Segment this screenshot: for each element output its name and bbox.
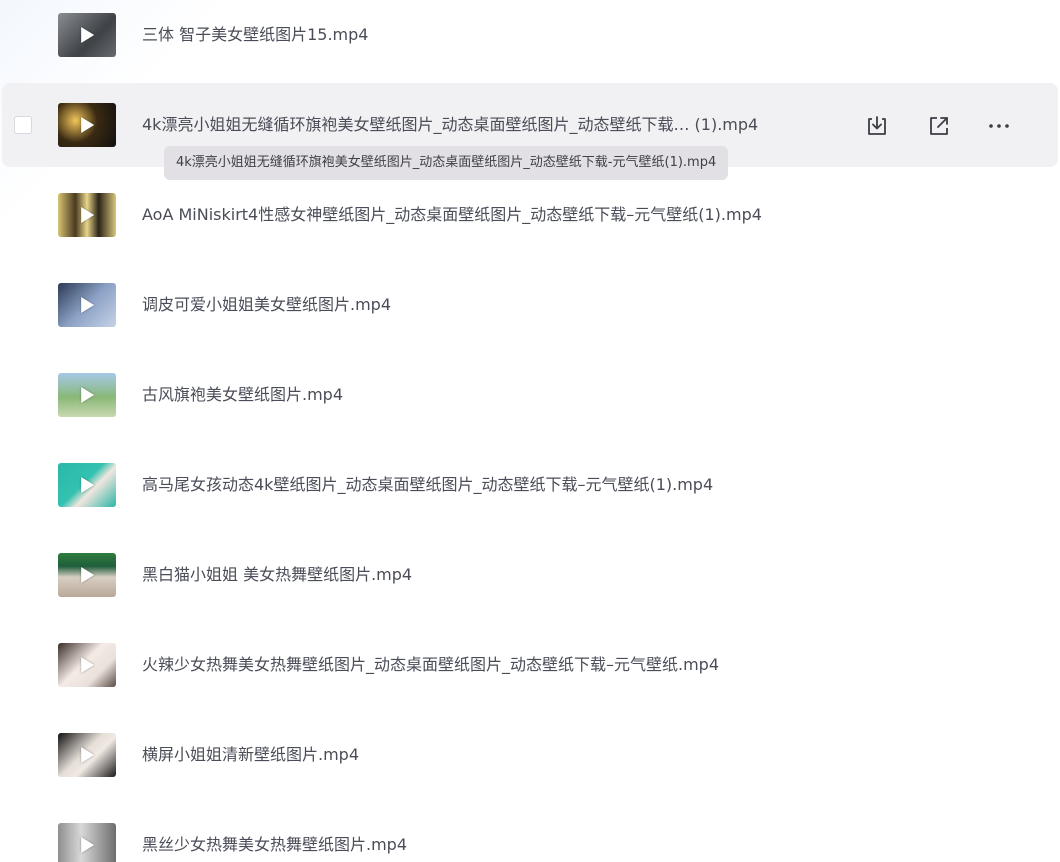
play-icon (81, 567, 95, 583)
file-row[interactable]: 高马尾女孩动态4k壁纸图片_动态桌面壁纸图片_动态壁纸下载–元气壁纸(1).mp… (2, 443, 1058, 527)
file-row[interactable]: 三体 智子美女壁纸图片15.mp4 (2, 0, 1058, 77)
play-icon (81, 387, 95, 403)
file-row[interactable]: 黑白猫小姐姐 美女热舞壁纸图片.mp4 (2, 533, 1058, 617)
file-name[interactable]: 三体 智子美女壁纸图片15.mp4 (142, 23, 368, 47)
video-thumbnail[interactable] (58, 283, 116, 327)
file-name[interactable]: 高马尾女孩动态4k壁纸图片_动态桌面壁纸图片_动态壁纸下载–元气壁纸(1).mp… (142, 473, 713, 497)
file-row[interactable]: 火辣少女热舞美女热舞壁纸图片_动态桌面壁纸图片_动态壁纸下载–元气壁纸.mp4 (2, 623, 1058, 707)
video-thumbnail[interactable] (58, 103, 116, 147)
file-row[interactable]: 黑丝少女热舞美女热舞壁纸图片.mp4 (2, 803, 1058, 862)
video-thumbnail[interactable] (58, 373, 116, 417)
file-name[interactable]: 黑白猫小姐姐 美女热舞壁纸图片.mp4 (142, 563, 412, 587)
file-list: 三体 智子美女壁纸图片15.mp4 4k漂亮小姐姐无缝循环旗袍美女壁纸图片_动态… (0, 0, 1060, 862)
file-name[interactable]: 横屏小姐姐清新壁纸图片.mp4 (142, 743, 359, 767)
file-name[interactable]: AoA MiNiskirt4性感女神壁纸图片_动态桌面壁纸图片_动态壁纸下载–元… (142, 203, 762, 227)
file-row[interactable]: 横屏小姐姐清新壁纸图片.mp4 (2, 713, 1058, 797)
play-icon (81, 27, 95, 43)
file-name[interactable]: 黑丝少女热舞美女热舞壁纸图片.mp4 (142, 833, 407, 857)
video-thumbnail[interactable] (58, 463, 116, 507)
video-thumbnail[interactable] (58, 823, 116, 862)
file-name[interactable]: 火辣少女热舞美女热舞壁纸图片_动态桌面壁纸图片_动态壁纸下载–元气壁纸.mp4 (142, 653, 719, 677)
file-row[interactable]: 古风旗袍美女壁纸图片.mp4 (2, 353, 1058, 437)
file-row[interactable]: AoA MiNiskirt4性感女神壁纸图片_动态桌面壁纸图片_动态壁纸下载–元… (2, 173, 1058, 257)
play-icon (81, 297, 95, 313)
play-icon (81, 837, 95, 853)
video-thumbnail[interactable] (58, 733, 116, 777)
play-icon (81, 477, 95, 493)
play-icon (81, 117, 95, 133)
filename-tooltip: 4k漂亮小姐姐无缝循环旗袍美女壁纸图片_动态桌面壁纸图片_动态壁纸下载-元气壁纸… (164, 146, 729, 180)
video-thumbnail[interactable] (58, 553, 116, 597)
play-icon (81, 747, 95, 763)
select-checkbox[interactable] (14, 116, 32, 134)
video-thumbnail[interactable] (58, 193, 116, 237)
download-icon[interactable] (864, 113, 890, 139)
file-name[interactable]: 调皮可爱小姐姐美女壁纸图片.mp4 (142, 293, 391, 317)
more-icon[interactable] (986, 113, 1012, 139)
video-thumbnail[interactable] (58, 13, 116, 57)
file-row[interactable]: 调皮可爱小姐姐美女壁纸图片.mp4 (2, 263, 1058, 347)
play-icon (81, 657, 95, 673)
share-icon[interactable] (926, 113, 952, 139)
file-name[interactable]: 4k漂亮小姐姐无缝循环旗袍美女壁纸图片_动态桌面壁纸图片_动态壁纸下载… (1)… (142, 113, 758, 137)
video-thumbnail[interactable] (58, 643, 116, 687)
file-name[interactable]: 古风旗袍美女壁纸图片.mp4 (142, 383, 343, 407)
play-icon (81, 207, 95, 223)
